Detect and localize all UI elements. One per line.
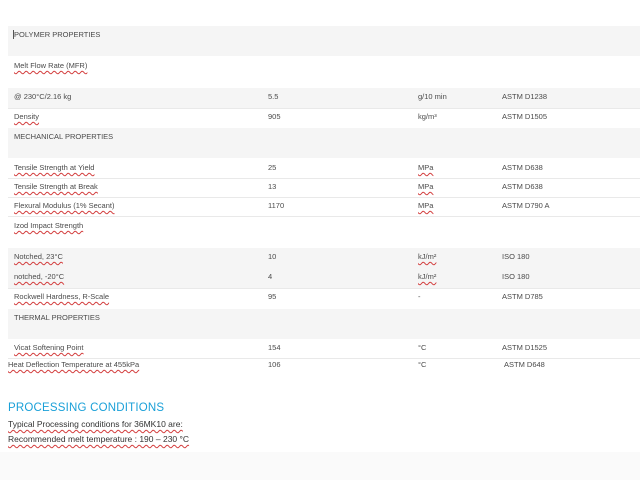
table-row: Tensile Strength at Break 13 MPa ASTM D6… (8, 179, 640, 198)
property-label: Melt Flow Rate (MFR) (14, 61, 88, 70)
section-title: MECHANICAL PROPERTIES (14, 132, 114, 141)
section-header-polymer: POLYMER PROPERTIES (8, 26, 640, 56)
property-value: 154 (268, 343, 281, 352)
processing-typical-line: Typical Processing conditions for 36MK10… (8, 419, 183, 429)
property-label: notched, -20°C (14, 272, 65, 281)
property-value: 905 (268, 112, 281, 121)
test-method: ASTM D638 (502, 163, 543, 172)
section-header-mechanical: MECHANICAL PROPERTIES (8, 128, 640, 158)
property-label: Density (14, 112, 40, 121)
processing-conditions-heading: PROCESSING CONDITIONS (8, 402, 165, 414)
test-method: ASTM D1238 (502, 92, 548, 101)
test-method: ASTM D785 (502, 292, 543, 301)
test-method: ASTM D790 A (502, 201, 550, 210)
processing-melt-temp-text: Recommended melt temperature : 190 – 230… (8, 434, 190, 444)
section-title: POLYMER PROPERTIES (14, 30, 101, 39)
section-header-thermal: THERMAL PROPERTIES (8, 309, 640, 339)
table-row: notched, -20°C 4 kJ/m² ISO 180 (8, 268, 640, 289)
table-row: Density 905 kg/m³ ASTM D1505 (8, 108, 640, 128)
property-unit: °C (418, 360, 427, 369)
table-row: Flexural Modulus (1% Secant) 1170 MPa AS… (8, 198, 640, 217)
property-unit: - (418, 292, 421, 301)
property-value: 25 (268, 163, 277, 172)
property-unit: MPa (418, 163, 434, 172)
property-label: Flexural Modulus (1% Secant) (14, 201, 115, 210)
table-row: Melt Flow Rate (MFR) (8, 62, 640, 88)
table-row: @ 230°C/2.16 kg 5.5 g/10 min ASTM D1238 (8, 88, 640, 109)
property-unit: MPa (418, 201, 434, 210)
test-method: ISO 180 (502, 272, 530, 281)
property-label: Tensile Strength at Yield (14, 163, 95, 172)
table-row: Vicat Softening Point 154 °C ASTM D1525 (8, 340, 640, 359)
property-value: 106 (268, 360, 281, 369)
property-label: Heat Deflection Temperature at 455kPa (8, 360, 140, 369)
page-footer-area (0, 452, 640, 480)
property-unit: MPa (418, 182, 434, 191)
text-cursor (13, 30, 14, 39)
test-method: ISO 180 (502, 252, 530, 261)
test-method: ASTM D1525 (502, 343, 548, 352)
property-unit: kJ/m² (418, 272, 437, 281)
property-label: Tensile Strength at Break (14, 182, 98, 191)
test-method: ASTM D638 (502, 182, 543, 191)
property-label: @ 230°C/2.16 kg (14, 92, 72, 101)
property-label: Vicat Softening Point (14, 343, 84, 352)
property-unit: °C (418, 343, 427, 352)
test-method: ASTM D1505 (502, 112, 548, 121)
property-label: Izod Impact Strength (14, 221, 84, 230)
property-value: 1170 (268, 201, 285, 210)
property-label: Notched, 23°C (14, 252, 63, 261)
property-value: 95 (268, 292, 277, 301)
table-row: Izod Impact Strength (8, 218, 640, 248)
test-method: ASTM D648 (504, 360, 545, 369)
property-value: 4 (268, 272, 273, 281)
processing-typical-text: Typical Processing conditions for 36MK10… (8, 419, 183, 429)
property-unit: kg/m³ (418, 112, 437, 121)
property-value: 5.5 (268, 92, 279, 101)
table-row: Rockwell Hardness, R-Scale 95 - ASTM D78… (8, 288, 640, 308)
property-label: Rockwell Hardness, R-Scale (14, 292, 110, 301)
processing-melt-temp-line: Recommended melt temperature : 190 – 230… (8, 434, 189, 444)
property-value: 13 (268, 182, 277, 191)
section-title: THERMAL PROPERTIES (14, 313, 100, 322)
table-row: Heat Deflection Temperature at 455kPa 10… (0, 358, 640, 374)
property-unit: g/10 min (418, 92, 447, 101)
table-row: Notched, 23°C 10 kJ/m² ISO 180 (8, 248, 640, 269)
table-row: Tensile Strength at Yield 25 MPa ASTM D6… (8, 160, 640, 179)
property-value: 10 (268, 252, 277, 261)
datasheet-page: POLYMER PROPERTIES Melt Flow Rate (MFR) … (0, 0, 640, 480)
property-unit: kJ/m² (418, 252, 437, 261)
